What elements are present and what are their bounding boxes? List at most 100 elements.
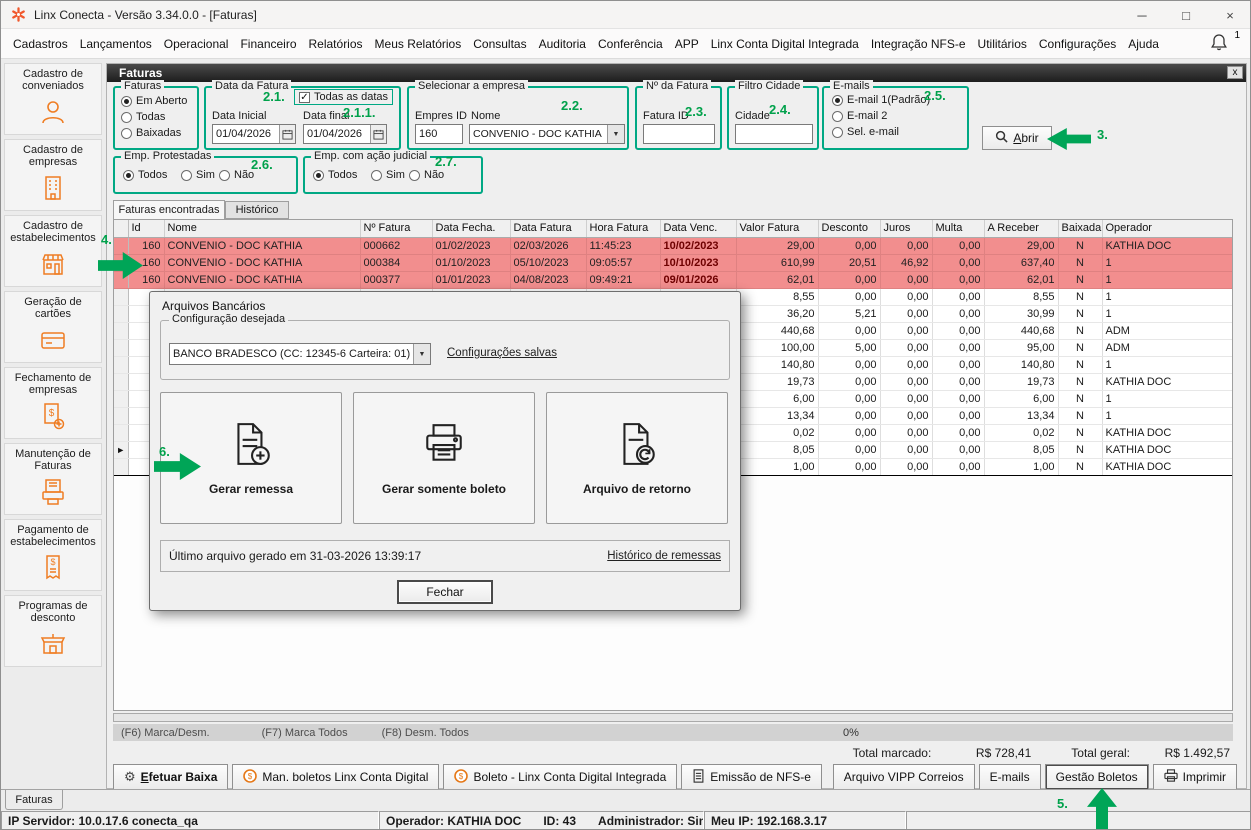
column-header[interactable]: Data Fatura xyxy=(510,220,586,237)
fatura-id-input[interactable] xyxy=(643,124,715,144)
radio-protestadas-sim[interactable]: Sim xyxy=(181,169,215,181)
gerar-somente-boleto-button[interactable]: Gerar somente boleto xyxy=(353,392,535,524)
annotation-6: 6. xyxy=(159,444,170,459)
menu-item[interactable]: Cadastros xyxy=(7,37,74,51)
column-header[interactable]: Nº Fatura xyxy=(360,220,432,237)
maximize-button[interactable]: □ xyxy=(1164,1,1208,29)
radio-judicial-nao[interactable]: Não xyxy=(409,169,444,181)
column-header[interactable]: Desconto xyxy=(818,220,880,237)
hotkey-f8: (F8) Desm. Todos xyxy=(382,727,469,739)
radio-judicial-todos[interactable]: Todos xyxy=(313,169,357,181)
calendar-icon[interactable] xyxy=(279,125,295,143)
column-header[interactable]: Nome xyxy=(164,220,360,237)
empres-id-input[interactable]: 160 xyxy=(415,124,463,144)
table-row[interactable]: 160CONVENIO - DOC KATHIA00038401/10/2023… xyxy=(114,254,1233,271)
todas-as-datas-checkbox[interactable]: ✓ Todas as datas xyxy=(294,89,393,105)
column-header[interactable]: Juros xyxy=(880,220,932,237)
historico-remessas-link[interactable]: Histórico de remessas xyxy=(607,550,721,562)
banco-config-select[interactable]: BANCO BRADESCO (CC: 12345-6 Carteira: 01… xyxy=(169,343,431,365)
imprimir-button[interactable]: Imprimir xyxy=(1153,764,1237,790)
menu-item[interactable]: Operacional xyxy=(158,37,235,51)
column-header[interactable]: Hora Fatura xyxy=(586,220,660,237)
radio-todas[interactable]: Todas xyxy=(121,111,165,123)
abrir-button[interactable]: Abrir xyxy=(982,126,1052,150)
sidebar-item-geracao-cartoes[interactable]: Geração de cartões xyxy=(4,291,102,363)
arquivo-de-retorno-button[interactable]: Arquivo de retorno xyxy=(546,392,728,524)
efetuar-baixa-button[interactable]: ⚙ Efetuar Baixa xyxy=(113,764,228,790)
configuracoes-salvas-link[interactable]: Configurações salvas xyxy=(447,347,557,359)
grid-cell: 0,00 xyxy=(932,373,984,390)
column-header[interactable]: Data Venc. xyxy=(660,220,736,237)
emails-button[interactable]: E-mails xyxy=(979,764,1041,790)
sidebar-item-pagamento-estabelecimentos[interactable]: Pagamento de estabelecimentos $ xyxy=(4,519,102,591)
menu-item[interactable]: Utilitários xyxy=(972,37,1033,51)
grid-cell: 0,00 xyxy=(932,458,984,475)
chevron-down-icon[interactable]: ▼ xyxy=(413,344,430,364)
calendar-icon[interactable] xyxy=(370,125,386,143)
boleto-integrada-button[interactable]: $ Boleto - Linx Conta Digital Integrada xyxy=(443,764,677,790)
sidebar-item-cadastro-estabelecimentos[interactable]: Cadastro de estabelecimentos xyxy=(4,215,102,287)
sidebar-item-cadastro-conveniados[interactable]: Cadastro de conveniados xyxy=(4,63,102,135)
fechar-button[interactable]: Fechar xyxy=(397,580,493,604)
radio-email2[interactable]: E-mail 2 xyxy=(832,110,887,122)
tab-faturas-encontradas[interactable]: Faturas encontradas xyxy=(113,200,225,219)
sidebar-item-programas-desconto[interactable]: Programas de desconto xyxy=(4,595,102,667)
emissao-nfse-button[interactable]: Emissão de NFS-e xyxy=(681,764,822,790)
grid-cell: 0,00 xyxy=(880,407,932,424)
table-row[interactable]: 160CONVENIO - DOC KATHIA00037701/01/2023… xyxy=(114,271,1233,288)
radio-judicial-sim[interactable]: Sim xyxy=(371,169,405,181)
chevron-down-icon[interactable]: ▼ xyxy=(607,125,624,143)
empresa-select[interactable]: CONVENIO - DOC KATHIA ▼ xyxy=(469,124,625,144)
column-header[interactable]: Data Fecha. xyxy=(432,220,510,237)
data-final-field[interactable]: 01/04/2026 xyxy=(303,124,387,144)
radio-email1[interactable]: E-mail 1(Padrão) xyxy=(832,94,930,106)
sidebar-item-manutencao-faturas[interactable]: Manutenção de Faturas xyxy=(4,443,102,515)
minimize-button[interactable]: ─ xyxy=(1120,1,1164,29)
panel-close-button[interactable]: x xyxy=(1227,66,1243,79)
annotation-2-3: 2.3. xyxy=(685,104,707,119)
menu-item[interactable]: Relatórios xyxy=(303,37,369,51)
checkbox-checked-icon: ✓ xyxy=(299,92,310,103)
bottom-tab-faturas[interactable]: Faturas xyxy=(5,790,63,810)
column-header[interactable]: Operador xyxy=(1102,220,1233,237)
close-button[interactable]: × xyxy=(1208,1,1251,29)
grid-cell: 0,00 xyxy=(818,271,880,288)
menu-item[interactable]: Ajuda xyxy=(1122,37,1165,51)
grid-cell: 0,00 xyxy=(818,373,880,390)
column-header[interactable]: A Receber xyxy=(984,220,1058,237)
menu-item[interactable]: Meus Relatórios xyxy=(369,37,468,51)
radio-em-aberto[interactable]: Em Aberto xyxy=(121,95,187,107)
cidade-label: Cidade xyxy=(735,110,770,122)
column-header[interactable]: Baixada xyxy=(1058,220,1102,237)
menu-item[interactable]: Financeiro xyxy=(234,37,302,51)
radio-sel-email[interactable]: Sel. e-mail xyxy=(832,126,899,138)
arquivo-vipp-button[interactable]: Arquivo VIPP Correios xyxy=(833,764,975,790)
grid-cell: 02/03/2026 xyxy=(510,237,586,254)
last-file-text: Último arquivo gerado em 31-03-2026 13:3… xyxy=(169,549,421,563)
column-header[interactable]: Valor Fatura xyxy=(736,220,818,237)
menu-item[interactable]: APP xyxy=(669,37,705,51)
gestao-boletos-button[interactable]: Gestão Boletos xyxy=(1045,764,1149,790)
column-header[interactable]: Multa xyxy=(932,220,984,237)
menu-item[interactable]: Consultas xyxy=(467,37,532,51)
cidade-input[interactable] xyxy=(735,124,813,144)
radio-protestadas-todos[interactable]: Todos xyxy=(123,169,167,181)
sidebar-item-cadastro-empresas[interactable]: Cadastro de empresas xyxy=(4,139,102,211)
menu-item[interactable]: Configurações xyxy=(1033,37,1122,51)
notification-bell-icon[interactable]: 1 xyxy=(1210,32,1236,56)
menu-item[interactable]: Lançamentos xyxy=(74,37,158,51)
tab-historico[interactable]: Histórico xyxy=(225,201,289,219)
grid-cell: 0,00 xyxy=(880,288,932,305)
man-boletos-button[interactable]: $ Man. boletos Linx Conta Digital xyxy=(232,764,439,790)
menu-item[interactable]: Integração NFS-e xyxy=(865,37,972,51)
menu-item[interactable]: Linx Conta Digital Integrada xyxy=(705,37,865,51)
sidebar-item-fechamento-empresas[interactable]: Fechamento de empresas $ xyxy=(4,367,102,439)
radio-protestadas-nao[interactable]: Não xyxy=(219,169,254,181)
radio-baixadas[interactable]: Baixadas xyxy=(121,127,181,139)
row-selector-cell xyxy=(114,424,128,441)
table-row[interactable]: 160CONVENIO - DOC KATHIA00066201/02/2023… xyxy=(114,237,1233,254)
column-header[interactable]: Id xyxy=(128,220,164,237)
data-inicial-field[interactable]: 01/04/2026 xyxy=(212,124,296,144)
menu-item[interactable]: Conferência xyxy=(592,37,669,51)
menu-item[interactable]: Auditoria xyxy=(533,37,592,51)
